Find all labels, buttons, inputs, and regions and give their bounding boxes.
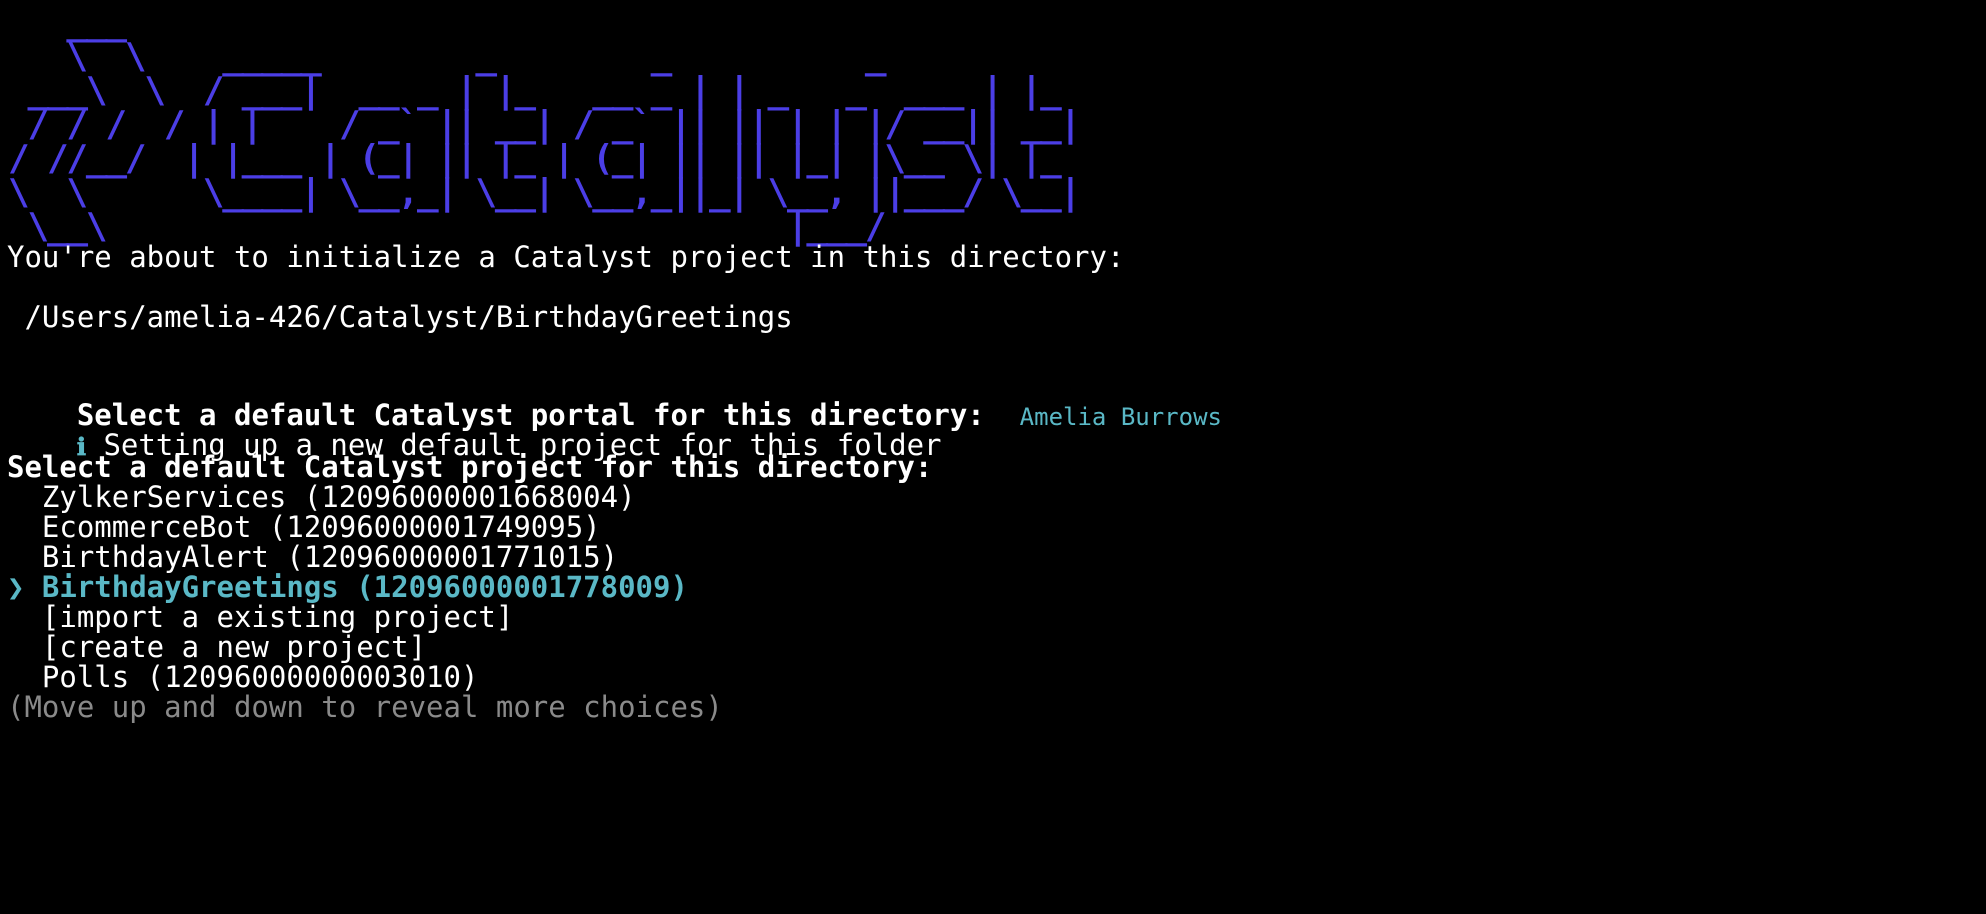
catalyst-ascii-logo: ___ \ \ _____ _ _ _ ___\ \ / ___| __ _ |… [8, 2, 1081, 247]
info-line: ℹ Setting up a new default project for t… [7, 388, 942, 462]
portal-answer: Amelia Burrows [1019, 403, 1222, 431]
navigation-hint: (Move up and down to reveal more choices… [7, 690, 723, 724]
directory-path: /Users/amelia-426/Catalyst/BirthdayGreet… [7, 300, 793, 334]
terminal-window: ___ \ \ _____ _ _ _ ___\ \ / ___| __ _ |… [0, 0, 1986, 914]
intro-message: You're about to initialize a Catalyst pr… [7, 240, 1125, 274]
